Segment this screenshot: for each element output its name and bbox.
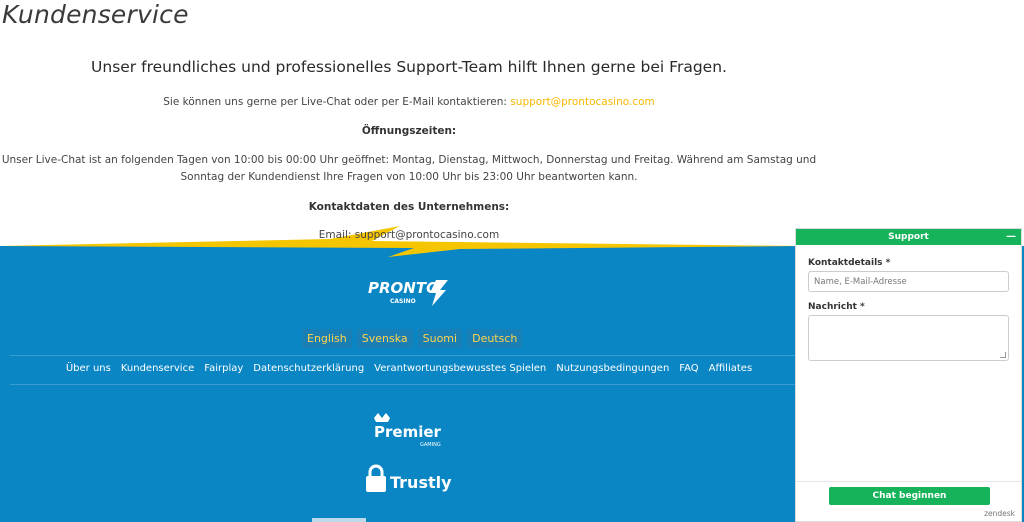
- nav-customer-service[interactable]: Kundenservice: [121, 363, 194, 374]
- lang-deutsch[interactable]: Deutsch: [467, 329, 523, 348]
- nav-responsible-gaming[interactable]: Verantwortungsbewusstes Spielen: [374, 363, 546, 374]
- hours-line-2: Sonntag der Kundendienst Ihre Fragen von…: [180, 171, 638, 183]
- contact-details-label: Kontaktdetails *: [808, 258, 891, 268]
- minimize-icon[interactable]: —: [1006, 231, 1016, 242]
- widget-header[interactable]: Support —: [796, 229, 1021, 245]
- nav-affiliates[interactable]: Affiliates: [709, 363, 752, 374]
- contact-details-input[interactable]: Name, E-Mail-Adresse: [808, 271, 1009, 292]
- contact-line: Sie können uns gerne per Live-Chat oder …: [0, 96, 818, 108]
- resize-handle-icon[interactable]: [1000, 352, 1006, 358]
- contact-email-link[interactable]: support@prontocasino.com: [510, 96, 654, 108]
- footer-nav: Über uns Kundenservice Fairplay Datensch…: [0, 363, 818, 374]
- premier-text: Premier: [374, 423, 442, 441]
- premier-sub: GAMING: [420, 442, 441, 448]
- trustly-text: Trustly: [390, 473, 452, 492]
- message-label: Nachricht *: [808, 302, 865, 312]
- nav-terms[interactable]: Nutzungsbedingungen: [556, 363, 669, 374]
- trustly-logo: Trustly: [366, 464, 452, 492]
- logo-text: PRONTO: [368, 279, 439, 297]
- page-subtitle: Unser freundliches und professionelles S…: [91, 58, 727, 76]
- lock-icon: [368, 464, 384, 476]
- zendesk-brand[interactable]: zendesk: [984, 509, 1015, 518]
- message-textarea[interactable]: [808, 315, 1009, 361]
- hours-line-1: Unser Live-Chat ist an folgenden Tagen v…: [1, 154, 817, 166]
- language-selector: English Svenska Suomi Deutsch: [302, 329, 523, 348]
- lang-english[interactable]: English: [302, 329, 352, 348]
- crown-icon: [374, 413, 390, 422]
- widget-title: Support: [888, 232, 929, 242]
- scroll-indicator: [312, 518, 366, 522]
- premier-gaming-logo: Premier GAMING: [374, 413, 442, 448]
- nav-divider-top: [10, 355, 795, 356]
- support-chat-widget: Support — Kontaktdetails * Name, E-Mail-…: [795, 228, 1022, 522]
- lang-suomi[interactable]: Suomi: [417, 329, 463, 348]
- lang-svenska[interactable]: Svenska: [356, 329, 413, 348]
- start-chat-button[interactable]: Chat beginnen: [829, 487, 990, 505]
- contact-prefix: Sie können uns gerne per Live-Chat oder …: [163, 96, 507, 108]
- logo-sub: CASINO: [390, 298, 416, 305]
- hours-heading: Öffnungszeiten:: [361, 125, 457, 137]
- nav-privacy[interactable]: Datenschutzerklärung: [253, 363, 364, 374]
- main-content: Kundenservice Unser freundliches und pro…: [0, 0, 1024, 250]
- company-email: Email: support@prontocasino.com: [318, 229, 500, 241]
- nav-divider-bottom: [10, 384, 795, 385]
- nav-faq[interactable]: FAQ: [679, 363, 698, 374]
- page-title: Kundenservice: [2, 0, 189, 29]
- page: Kundenservice Unser freundliches und pro…: [0, 0, 1024, 522]
- nav-fairplay[interactable]: Fairplay: [204, 363, 243, 374]
- pronto-casino-logo[interactable]: PRONTO CASINO: [366, 276, 452, 308]
- company-heading: Kontaktdaten des Unternehmens:: [308, 201, 510, 213]
- nav-about[interactable]: Über uns: [66, 363, 111, 374]
- widget-divider: [796, 481, 1021, 482]
